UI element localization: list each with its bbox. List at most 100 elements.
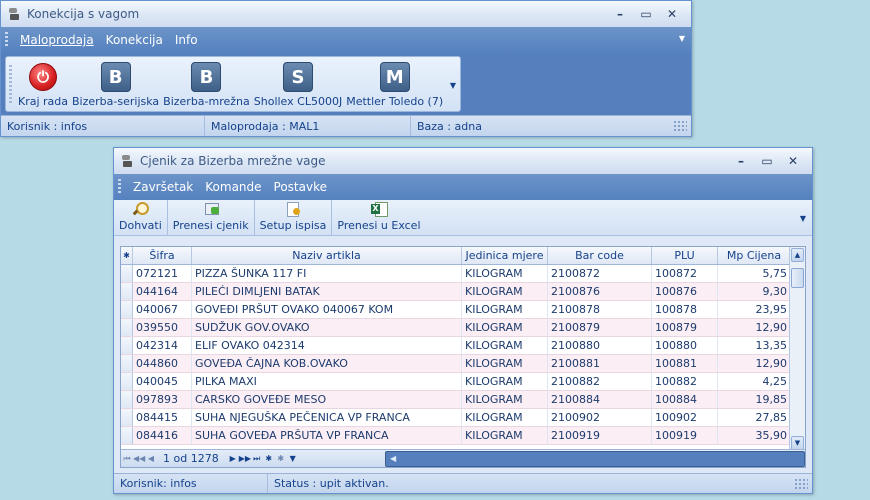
cell-jedinica[interactable]: KILOGRAM [462,373,548,390]
column-header-cijena[interactable]: Mp Cijena [718,247,791,264]
first-page-icon[interactable]: ⏮ [121,454,133,464]
cell-sifra[interactable]: 084416 [133,427,192,444]
cell-jedinica[interactable]: KILOGRAM [462,427,548,444]
cell-barcode[interactable]: 2100878 [548,301,652,318]
cell-plu[interactable]: 100872 [652,265,718,282]
cell-naziv[interactable]: CARSKO GOVEĐE MESO [192,391,462,408]
cell-jedinica[interactable]: KILOGRAM [462,337,548,354]
table-row[interactable]: 072121 PIZZA ŠUNKA 117 FI KILOGRAM 2100872 1… [121,265,805,283]
row-selector[interactable] [121,283,133,300]
column-header-barcode[interactable]: Bar code [548,247,652,264]
row-selector[interactable] [121,301,133,318]
table-row[interactable]: 084416 SUHA GOVEĐA PRŠUTA VP FRANCA KILOGR… [121,427,805,445]
cell-naziv[interactable]: GOVEĐI PRŠUT OVAKO 040067 KOM [192,301,462,318]
column-header-plu[interactable]: PLU [652,247,718,264]
price-list-titlebar[interactable]: Cjenik za Bizerba mrežne vage – ▭ ✕ [114,148,812,174]
maximize-button[interactable]: ▭ [754,152,780,170]
prenesi-excel-button[interactable]: Prenesi u Excel [332,200,425,235]
close-button[interactable]: ✕ [659,5,685,23]
setup-ispisa-button[interactable]: Setup ispisa [255,200,333,235]
table-row[interactable]: 039550 SUDŽUK GOV.OVAKO KILOGRAM 2100879 100… [121,319,805,337]
scroll-down-icon[interactable]: ▼ [791,436,804,450]
menu-zavrsetak[interactable]: Završetak [127,180,199,194]
cell-plu[interactable]: 100882 [652,373,718,390]
shollex-button[interactable]: S Shollex CL5000J [254,62,342,108]
cell-plu[interactable]: 100880 [652,337,718,354]
cell-naziv[interactable]: SUHA GOVEĐA PRŠUTA VP FRANCA [192,427,462,444]
table-row[interactable]: 084415 SUHA NJEGUŠKA PEČENICA VP FRANCA KI… [121,409,805,427]
menu-konekcija[interactable]: Konekcija [100,33,169,47]
menubar-grip[interactable] [118,179,121,195]
cell-sifra[interactable]: 039550 [133,319,192,336]
cell-sifra[interactable]: 040067 [133,301,192,318]
menubar-grip[interactable] [5,32,8,48]
kraj-rada-button[interactable]: ⏻ Kraj rada [18,61,68,108]
cell-jedinica[interactable]: KILOGRAM [462,283,548,300]
toolbar-overflow-icon[interactable]: ▼ [800,214,806,223]
cell-cijena[interactable]: 12,90 [718,319,791,336]
table-row[interactable]: 044164 PILEĆI DIMLJENI BATAK KILOGRAM 21008… [121,283,805,301]
table-row[interactable]: 040045 PILKA MAXI KILOGRAM 2100882 100882 4,2… [121,373,805,391]
column-header-naziv[interactable]: Naziv artikla [192,247,462,264]
cell-naziv[interactable]: SUHA NJEGUŠKA PEČENICA VP FRANCA [192,409,462,426]
cell-sifra[interactable]: 084415 [133,409,192,426]
prev-page-icon[interactable]: ◀◀ [133,454,145,463]
cell-barcode[interactable]: 2100879 [548,319,652,336]
column-header-jedinica[interactable]: Jedinica mjere [462,247,548,264]
table-row[interactable]: 040067 GOVEĐI PRŠUT OVAKO 040067 KOM KILOG… [121,301,805,319]
table-row[interactable]: 097893 CARSKO GOVEĐE MESO KILOGRAM 2100884 1… [121,391,805,409]
menu-postavke[interactable]: Postavke [268,180,333,194]
cell-cijena[interactable]: 13,35 [718,337,791,354]
toolbar-overflow-icon[interactable]: ▼ [450,81,456,90]
cell-plu[interactable]: 100881 [652,355,718,372]
cell-naziv[interactable]: SUDŽUK GOV.OVAKO [192,319,462,336]
cell-plu[interactable]: 100902 [652,409,718,426]
cell-cijena[interactable]: 4,25 [718,373,791,390]
row-selector[interactable] [121,355,133,372]
cell-jedinica[interactable]: KILOGRAM [462,265,548,282]
cell-sifra[interactable]: 044164 [133,283,192,300]
cell-sifra[interactable]: 044860 [133,355,192,372]
cell-barcode[interactable]: 2100902 [548,409,652,426]
append-record-icon[interactable]: ✱ [263,454,275,463]
cell-jedinica[interactable]: KILOGRAM [462,355,548,372]
table-row[interactable]: 044860 GOVEĐA ČAJNA KOB.OVAKO KILOGRAM 2100… [121,355,805,373]
row-selector[interactable] [121,373,133,390]
cell-jedinica[interactable]: KILOGRAM [462,319,548,336]
cell-cijena[interactable]: 19,85 [718,391,791,408]
resize-grip[interactable] [673,120,687,132]
toolbar-grip[interactable] [9,65,12,105]
filter-icon[interactable]: ▼ [287,454,299,463]
vertical-scrollbar[interactable]: ▲ ▼ [789,247,805,451]
scroll-left-icon[interactable]: ◀ [390,454,396,463]
horizontal-scrollbar[interactable]: ◀ [385,451,805,467]
table-row[interactable]: 042314 ELIF OVAKO 042314 KILOGRAM 2100880 10… [121,337,805,355]
cell-sifra[interactable]: 097893 [133,391,192,408]
cell-barcode[interactable]: 2100882 [548,373,652,390]
cell-jedinica[interactable]: KILOGRAM [462,409,548,426]
dohvati-button[interactable]: Dohvati [114,200,168,235]
cell-barcode[interactable]: 2100884 [548,391,652,408]
menu-komande[interactable]: Komande [199,180,267,194]
cell-jedinica[interactable]: KILOGRAM [462,391,548,408]
cell-naziv[interactable]: ELIF OVAKO 042314 [192,337,462,354]
cell-naziv[interactable]: GOVEĐA ČAJNA KOB.OVAKO [192,355,462,372]
cell-barcode[interactable]: 2100880 [548,337,652,354]
cell-plu[interactable]: 100878 [652,301,718,318]
next-page-icon[interactable]: ▶▶ [239,454,251,463]
bizerba-mrezna-button[interactable]: B Bizerba-mrežna [163,62,250,108]
close-button[interactable]: ✕ [780,152,806,170]
cell-naziv[interactable]: PIZZA ŠUNKA 117 FI [192,265,462,282]
cell-cijena[interactable]: 27,85 [718,409,791,426]
cell-sifra[interactable]: 042314 [133,337,192,354]
cell-naziv[interactable]: PILKA MAXI [192,373,462,390]
menubar-overflow-icon[interactable]: ▼ [679,34,685,43]
minimize-button[interactable]: – [728,152,754,170]
cell-naziv[interactable]: PILEĆI DIMLJENI BATAK [192,283,462,300]
menu-maloprodaja[interactable]: Maloprodaja [14,33,100,47]
cell-barcode[interactable]: 2100919 [548,427,652,444]
scroll-up-icon[interactable]: ▲ [791,248,804,262]
cell-sifra[interactable]: 040045 [133,373,192,390]
menu-info[interactable]: Info [169,33,204,47]
connection-window-titlebar[interactable]: Konekcija s vagom – ▭ ✕ [1,1,691,27]
